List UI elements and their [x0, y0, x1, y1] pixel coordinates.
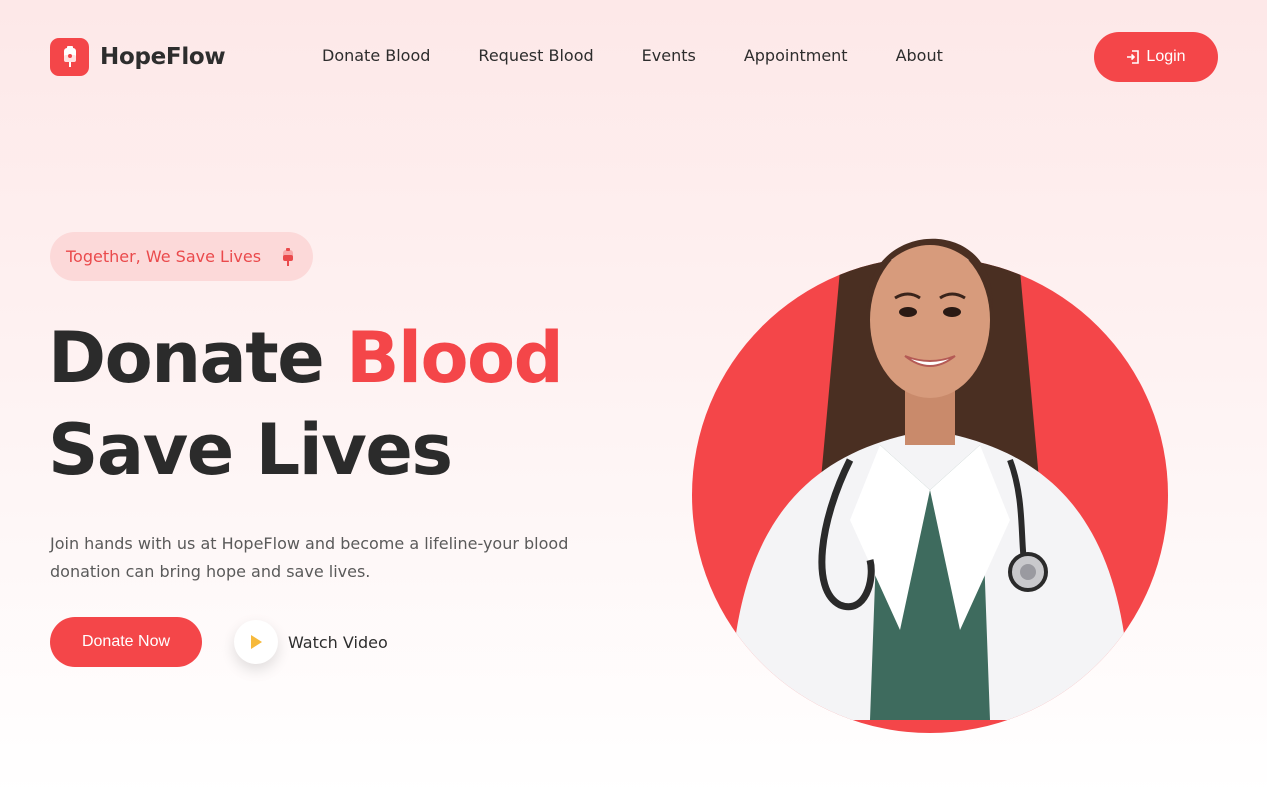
nav-item-about[interactable]: About	[896, 46, 943, 65]
blood-bag-icon	[281, 247, 295, 267]
nav-item-events[interactable]: Events	[642, 46, 696, 65]
login-label: Login	[1146, 48, 1186, 65]
play-icon[interactable]	[234, 620, 278, 664]
headline-word-donate: Donate	[48, 317, 325, 399]
nav-item-request-blood[interactable]: Request Blood	[478, 46, 593, 65]
hero-headline: Donate Blood Save Lives	[48, 312, 564, 496]
main-nav: Donate Blood Request Blood Events Appoin…	[322, 46, 943, 65]
headline-word-blood: Blood	[346, 317, 564, 399]
doctor-portrait	[690, 160, 1170, 740]
tagline-text: Together, We Save Lives	[66, 247, 262, 266]
nav-item-appointment[interactable]: Appointment	[744, 46, 848, 65]
hero-description: Join hands with us at HopeFlow and becom…	[50, 534, 569, 581]
site-header: HopeFlow Donate Blood Request Blood Even…	[0, 0, 1267, 115]
watch-video-link[interactable]: Watch Video	[234, 620, 388, 664]
blood-bag-icon	[50, 38, 89, 76]
donate-now-button[interactable]: Donate Now	[50, 617, 202, 667]
headline-line-save-lives: Save Lives	[48, 409, 453, 491]
brand-name: HopeFlow	[100, 44, 226, 70]
sign-in-icon	[1126, 50, 1140, 64]
logo[interactable]: HopeFlow	[50, 38, 226, 76]
login-button[interactable]: Login	[1094, 32, 1218, 82]
tagline-badge: Together, We Save Lives	[50, 232, 313, 281]
watch-video-label: Watch Video	[288, 632, 388, 652]
nav-item-donate-blood[interactable]: Donate Blood	[322, 46, 430, 65]
